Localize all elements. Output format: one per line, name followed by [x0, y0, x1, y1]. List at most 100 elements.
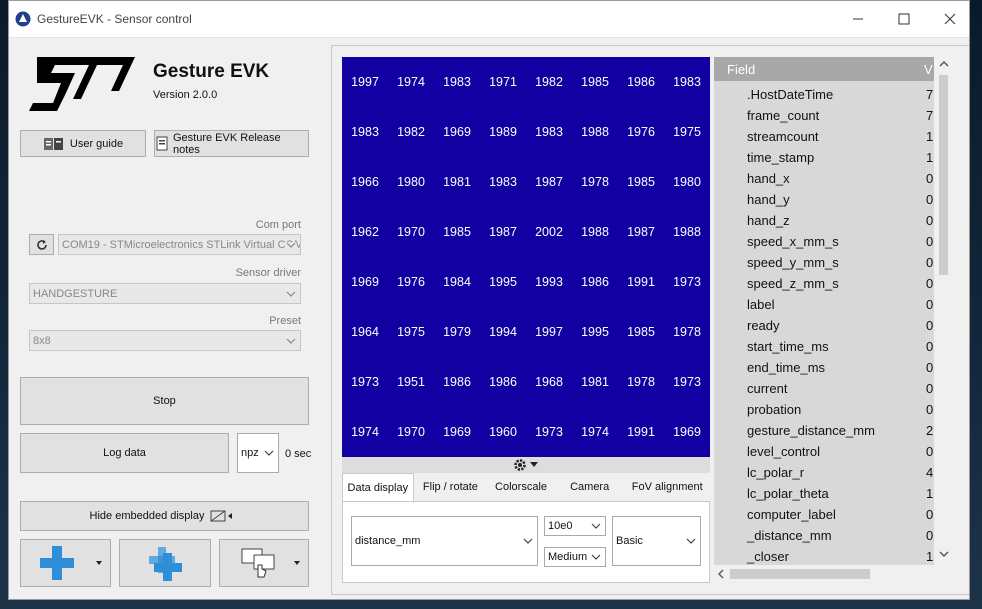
size-select[interactable]: Medium — [544, 547, 606, 567]
vertical-scroll-thumb[interactable] — [939, 75, 948, 275]
preset-select[interactable]: 8x8 — [29, 330, 301, 351]
grid-cell: 1969 — [673, 425, 701, 439]
grid-cell: 1969 — [443, 425, 471, 439]
hide-display-button[interactable]: Hide embedded display — [20, 501, 309, 531]
close-icon — [944, 13, 956, 25]
add-multiple-button[interactable] — [119, 539, 211, 587]
table-header: Field V — [714, 57, 934, 81]
table-row[interactable]: start_time_ms 0 — [714, 337, 934, 358]
table-row[interactable]: hand_z 0 — [714, 211, 934, 232]
scroll-left-icon[interactable] — [714, 567, 728, 581]
com-port-select[interactable]: COM19 - STMicroelectronics STLink Virtua… — [58, 234, 301, 255]
table-row[interactable]: frame_count 7 — [714, 106, 934, 127]
table-row[interactable]: streamcount 1 — [714, 127, 934, 148]
release-notes-button[interactable]: Gesture EVK Release notes — [154, 130, 309, 157]
tab-colorscale[interactable]: Colorscale — [487, 473, 555, 501]
field-value: 0 — [926, 528, 934, 543]
tab-flip-rotate[interactable]: Flip / rotate — [414, 473, 488, 501]
table-row[interactable]: speed_y_mm_s 0 — [714, 253, 934, 274]
table-row[interactable]: lc_polar_r 4 — [714, 463, 934, 484]
table-row[interactable]: _distance_mm 0 — [714, 526, 934, 547]
table-row[interactable]: label 0 — [714, 295, 934, 316]
scroll-down-icon[interactable] — [934, 547, 954, 561]
table-row[interactable]: level_control 0 — [714, 442, 934, 463]
st-logo — [29, 57, 135, 111]
field-value: 0 — [926, 213, 934, 228]
field-value: 0 — [926, 171, 934, 186]
pdf-book-icon — [43, 136, 65, 152]
table-row[interactable]: ready 0 — [714, 316, 934, 337]
field-value: 1 — [926, 549, 934, 564]
table-row[interactable]: hand_x 0 — [714, 169, 934, 190]
field-name: speed_y_mm_s — [747, 255, 839, 270]
field-name: current — [747, 381, 788, 396]
grid-cell: 1973 — [673, 375, 701, 389]
table-row[interactable]: speed_z_mm_s 0 — [714, 274, 934, 295]
grid-cell: 1986 — [489, 375, 517, 389]
table-row[interactable]: time_stamp 1 — [714, 148, 934, 169]
sensor-driver-value: HANDGESTURE — [33, 287, 118, 300]
field-value: 1 — [926, 150, 934, 165]
add-button[interactable] — [20, 539, 111, 587]
field-value: 2 — [926, 423, 934, 438]
chevron-down-icon — [264, 450, 274, 456]
gear-menu-button[interactable] — [513, 458, 539, 472]
table-row[interactable]: computer_label 0 — [714, 505, 934, 526]
screen-select-button[interactable] — [219, 539, 309, 587]
grid-cell: 1988 — [581, 225, 609, 239]
minimize-button[interactable] — [835, 1, 881, 37]
grid-cell: 1970 — [397, 225, 425, 239]
field-name: level_control — [747, 444, 820, 459]
scale-select[interactable]: 10e0 — [544, 516, 606, 536]
grid-cell: 1987 — [535, 175, 563, 189]
maximize-button[interactable] — [881, 1, 927, 37]
grid-cell: 1973 — [535, 425, 563, 439]
grid-cell: 1988 — [581, 125, 609, 139]
field-value: 7 — [926, 108, 934, 123]
vertical-scrollbar[interactable] — [934, 57, 954, 565]
table-row[interactable]: gesture_distance_mm 2 — [714, 421, 934, 442]
table-row[interactable]: end_time_ms 0 — [714, 358, 934, 379]
grid-cell: 1980 — [397, 175, 425, 189]
table-row[interactable]: probation 0 — [714, 400, 934, 421]
close-button[interactable] — [927, 1, 969, 37]
refresh-button[interactable] — [29, 234, 54, 255]
grid-cell: 1975 — [673, 125, 701, 139]
grid-cell: 1971 — [489, 75, 517, 89]
horizontal-scroll-thumb[interactable] — [730, 569, 870, 579]
app-window: GestureEVK - Sensor control Gesture EVK … — [8, 0, 970, 600]
stop-button[interactable]: Stop — [20, 377, 309, 425]
log-data-button[interactable]: Log data — [20, 433, 229, 473]
log-format-select[interactable]: npz — [237, 433, 279, 473]
grid-cell: 1980 — [673, 175, 701, 189]
table-row[interactable]: hand_y 0 — [714, 190, 934, 211]
grid-cell: 1981 — [443, 175, 471, 189]
table-row[interactable]: current 0 — [714, 379, 934, 400]
user-guide-button[interactable]: User guide — [20, 130, 146, 157]
grid-cell: 1997 — [535, 325, 563, 339]
grid-cell: 1989 — [489, 125, 517, 139]
field-name: time_stamp — [747, 150, 815, 165]
grid-cell: 1979 — [443, 325, 471, 339]
table-row[interactable]: speed_x_mm_s 0 — [714, 232, 934, 253]
grid-cell: 1976 — [397, 275, 425, 289]
tab-data-display[interactable]: Data display — [342, 473, 414, 502]
table-row[interactable]: .HostDateTime 7 — [714, 85, 934, 106]
field-value: 0 — [926, 192, 934, 207]
hide-display-icon — [210, 510, 234, 522]
horizontal-scrollbar[interactable] — [714, 565, 954, 583]
tab-camera[interactable]: Camera — [555, 473, 625, 501]
grid-cell: 1973 — [673, 275, 701, 289]
table-row[interactable]: lc_polar_theta 1 — [714, 484, 934, 505]
field-select[interactable]: distance_mm — [351, 516, 538, 566]
grid-cell: 1969 — [351, 275, 379, 289]
grid-cell: 1970 — [397, 425, 425, 439]
tab-fov-alignment[interactable]: FoV alignment — [624, 473, 710, 501]
display-settings-bar — [342, 457, 710, 473]
app-version: Version 2.0.0 — [153, 89, 218, 101]
grid-cell: 1982 — [535, 75, 563, 89]
scroll-up-icon[interactable] — [934, 57, 954, 71]
mode-select[interactable]: Basic — [612, 516, 701, 566]
sensor-driver-select[interactable]: HANDGESTURE — [29, 283, 301, 304]
grid-cell: 1983 — [673, 75, 701, 89]
